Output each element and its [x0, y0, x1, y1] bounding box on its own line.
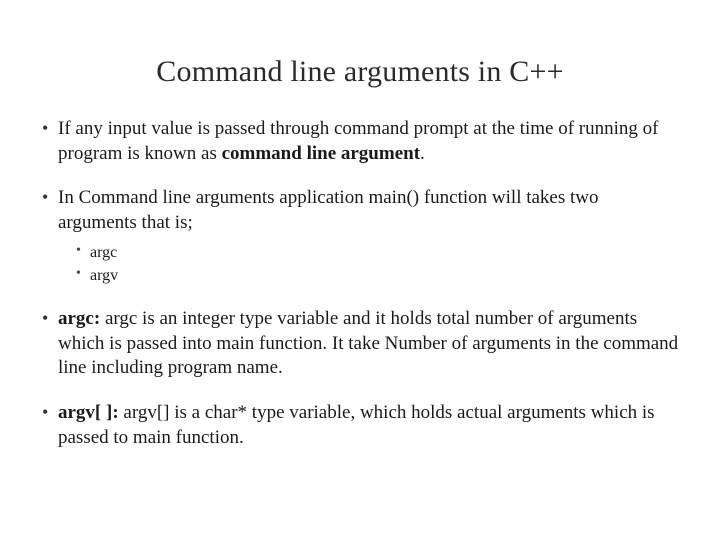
sub-text: argv: [90, 267, 118, 284]
bullet-item: argc: argc is an integer type variable a…: [40, 307, 680, 381]
sub-text: argc: [90, 244, 117, 261]
sub-item: argv: [76, 265, 680, 287]
bullet-bold: command line argument: [222, 143, 420, 164]
sub-item: argc: [76, 242, 680, 264]
sub-list: argc argv: [76, 242, 680, 287]
bullet-post: .: [420, 143, 425, 164]
bullet-item: If any input value is passed through com…: [40, 117, 680, 166]
bullet-bold-lead: argv[ ]:: [58, 402, 119, 423]
bullet-item: argv[ ]: argv[] is a char* type variable…: [40, 401, 680, 450]
bullet-list: If any input value is passed through com…: [40, 117, 680, 450]
bullet-post: argv[] is a char* type variable, which h…: [58, 402, 655, 448]
slide: Command line arguments in C++ If any inp…: [0, 0, 720, 540]
bullet-text: In Command line arguments application ma…: [58, 187, 599, 233]
bullet-item: In Command line arguments application ma…: [40, 186, 680, 287]
slide-title: Command line arguments in C++: [40, 55, 680, 89]
bullet-post: argc is an integer type variable and it …: [58, 308, 678, 378]
bullet-bold-lead: argc:: [58, 308, 100, 329]
